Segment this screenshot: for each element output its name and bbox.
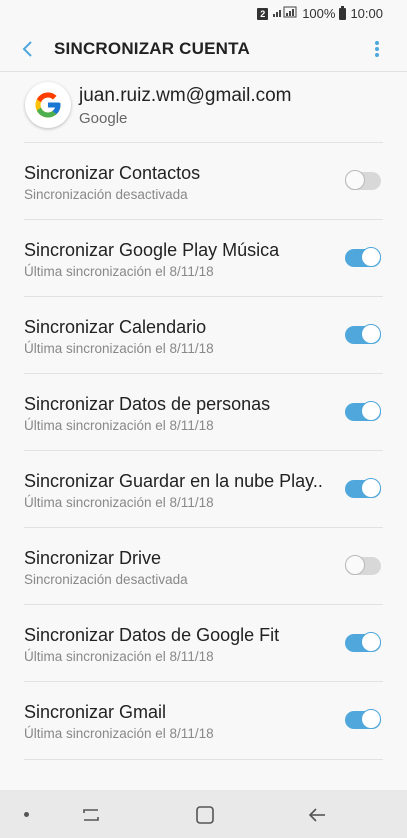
sync-item-title: Sincronizar Gmail xyxy=(24,702,167,722)
sync-item-title: Sincronizar Datos de Google Fit xyxy=(24,625,280,645)
status-bar: 2 100% 10:00 xyxy=(0,0,407,27)
sync-toggle[interactable] xyxy=(345,632,381,653)
sync-toggle[interactable] xyxy=(345,401,381,422)
sync-toggle[interactable] xyxy=(345,324,381,345)
nav-dot-icon[interactable] xyxy=(24,812,29,817)
battery-icon xyxy=(339,5,347,20)
page-title: SINCRONIZAR CUENTA xyxy=(54,39,250,58)
sync-item-google-fit[interactable]: Sincronizar Datos de Google Fit Última s… xyxy=(24,604,383,681)
sim-slot-badge: 2 xyxy=(257,7,269,20)
sync-item-title: Sincronizar Google Play Música xyxy=(24,240,280,260)
sync-item-subtitle: Última sincronización el 8/11/18 xyxy=(24,264,214,279)
sync-item-datos-personas[interactable]: Sincronizar Datos de personas Última sin… xyxy=(24,373,383,450)
list-end-divider xyxy=(24,759,383,760)
sync-item-subtitle: Última sincronización el 8/11/18 xyxy=(24,495,214,510)
google-logo-icon xyxy=(25,82,71,128)
sync-item-subtitle: Sincronización desactivada xyxy=(24,572,188,587)
sync-item-guardar-nube-play[interactable]: Sincronizar Guardar en la nube Play.. Úl… xyxy=(24,450,383,527)
account-email: juan.ruiz.wm@gmail.com xyxy=(79,85,292,106)
battery-percent: 100% xyxy=(302,6,336,21)
sync-item-subtitle: Última sincronización el 8/11/18 xyxy=(24,726,214,741)
sync-item-subtitle: Última sincronización el 8/11/18 xyxy=(24,649,214,664)
sync-item-subtitle: Sincronización desactivada xyxy=(24,187,188,202)
sync-item-gmail[interactable]: Sincronizar Gmail Última sincronización … xyxy=(24,681,383,758)
home-icon[interactable] xyxy=(194,804,216,826)
sync-toggle[interactable] xyxy=(345,555,381,576)
sync-item-contactos[interactable]: Sincronizar Contactos Sincronización des… xyxy=(24,142,383,219)
signal-icon xyxy=(272,6,298,21)
sync-item-play-musica[interactable]: Sincronizar Google Play Música Última si… xyxy=(24,219,383,296)
chevron-left-icon[interactable] xyxy=(8,29,48,69)
sync-toggle[interactable] xyxy=(345,170,381,191)
account-type: Google xyxy=(79,110,128,127)
sync-list: Sincronizar Contactos Sincronización des… xyxy=(0,142,407,758)
sync-item-title: Sincronizar Calendario xyxy=(24,317,207,337)
sync-toggle[interactable] xyxy=(345,709,381,730)
sync-toggle[interactable] xyxy=(345,478,381,499)
clock: 10:00 xyxy=(350,6,383,21)
more-vertical-icon[interactable] xyxy=(365,37,389,61)
sync-item-subtitle: Última sincronización el 8/11/18 xyxy=(24,341,214,356)
system-nav-bar xyxy=(0,790,407,838)
sync-item-title: Sincronizar Datos de personas xyxy=(24,394,271,414)
sync-item-calendario[interactable]: Sincronizar Calendario Última sincroniza… xyxy=(24,296,383,373)
sync-toggle[interactable] xyxy=(345,247,381,268)
sync-item-title: Sincronizar Drive xyxy=(24,548,162,568)
app-bar: SINCRONIZAR CUENTA xyxy=(0,27,407,71)
sync-item-subtitle: Última sincronización el 8/11/18 xyxy=(24,418,214,433)
recent-apps-icon[interactable] xyxy=(80,804,102,826)
sync-item-title: Sincronizar Contactos xyxy=(24,163,201,183)
sync-item-title: Sincronizar Guardar en la nube Play.. xyxy=(24,471,323,491)
back-arrow-icon[interactable] xyxy=(306,804,328,826)
sync-item-drive[interactable]: Sincronizar Drive Sincronización desacti… xyxy=(24,527,383,604)
account-header: juan.ruiz.wm@gmail.com Google xyxy=(0,72,407,142)
